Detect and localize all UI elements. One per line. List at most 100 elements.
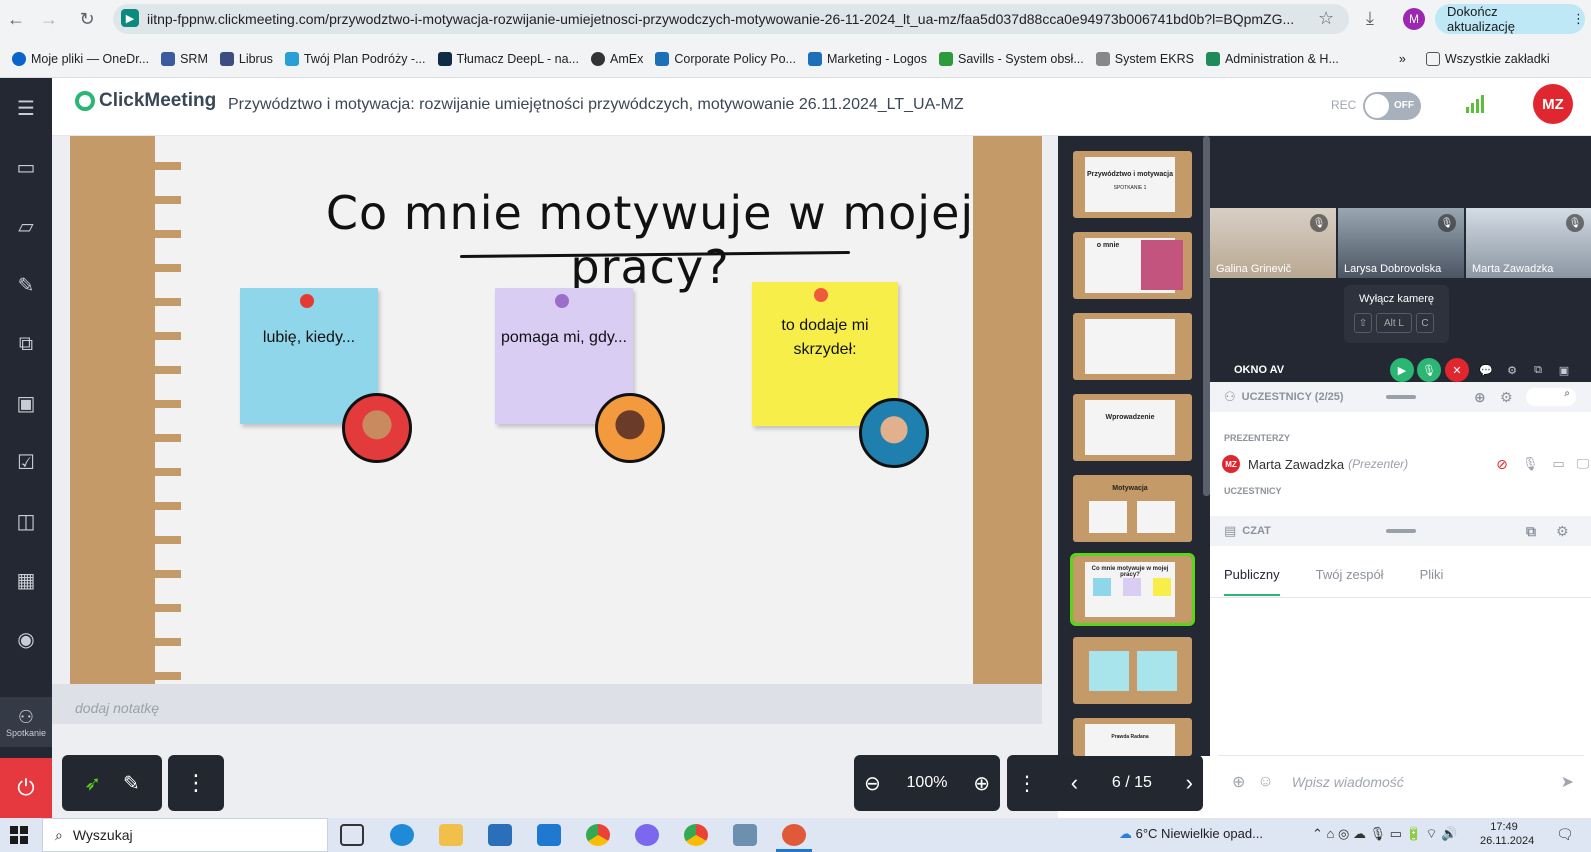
drag-handle[interactable]	[1386, 395, 1416, 399]
add-user-icon[interactable]: ⊕	[1474, 389, 1486, 406]
chat-input[interactable]: ⊕ ☺ Wpisz wiadomość ➤	[1218, 755, 1584, 807]
camera-icon[interactable]: ▭	[1552, 456, 1564, 472]
meeting-nav-item[interactable]: ⚇ Spotkanie	[0, 697, 52, 747]
drag-handle[interactable]	[1386, 529, 1416, 533]
chat-header[interactable]: ▤ CZAT ⧉ ⚙	[1210, 516, 1591, 546]
settings-gear-icon[interactable]: ⚙	[1500, 389, 1513, 406]
slide-thumbnail[interactable]: Motywacja	[1073, 475, 1192, 542]
app-icon[interactable]	[733, 824, 757, 846]
camera-icon[interactable]: ▶	[1390, 358, 1414, 382]
bookmark-librus[interactable]: Librus	[219, 52, 273, 66]
bookmark-amex[interactable]: AmEx	[591, 52, 643, 66]
slide-thumbnail[interactable]: o mnie	[1073, 232, 1192, 299]
url-text[interactable]: iitnp-fppnw.clickmeeting.com/przywodztwo…	[147, 11, 1317, 27]
all-bookmarks[interactable]: Wszystkie zakładki	[1425, 52, 1550, 66]
bookmark-star-icon[interactable]: ☆	[1318, 8, 1334, 29]
chrome-icon[interactable]	[586, 824, 610, 846]
participants-header[interactable]: ⚇ UCZESTNICY (2/25) ⊕ ⚙ ⌕	[1210, 382, 1591, 412]
more-options-icon[interactable]: ⋮	[1017, 771, 1037, 796]
hamburger-menu-icon[interactable]: ☰	[0, 86, 52, 130]
tab-public[interactable]: Publiczny	[1224, 567, 1280, 596]
video-tile[interactable]: 🎙 Marta Zawadzka	[1466, 208, 1591, 278]
thumbnails-scrollbar[interactable]	[1203, 136, 1210, 496]
prev-page-icon[interactable]: ‹	[1071, 770, 1078, 796]
bookmark-srm[interactable]: SRM	[161, 52, 208, 66]
presenter-row[interactable]: MZ Marta Zawadzka (Prezenter) ⊘ 🎙 ▭ 🖵	[1222, 455, 1589, 473]
search-icon[interactable]: ⌕	[1526, 388, 1576, 406]
slide-thumbnail[interactable]: Prawda Radana	[1073, 718, 1192, 756]
window-icon[interactable]: ▣	[1552, 358, 1576, 382]
detach-icon[interactable]: ⧉	[1526, 358, 1550, 382]
microphone-icon[interactable]: 🎙	[1417, 358, 1441, 382]
chat-bubble-icon[interactable]: 💬	[1474, 358, 1498, 382]
screen-share-off-icon[interactable]: ✕	[1445, 358, 1469, 382]
survey-icon[interactable]: ☑	[0, 440, 52, 484]
power-icon[interactable]: ⏻	[0, 758, 52, 818]
add-attachment-icon[interactable]: ⊕	[1232, 772, 1245, 792]
monitor-icon[interactable]: 🖵	[1577, 456, 1590, 472]
zoom-in-icon[interactable]: ⊕	[973, 771, 990, 796]
zoom-out-icon[interactable]: ⊖	[864, 771, 881, 796]
system-tray[interactable]: ⌃ ⌂ ◎ ☁ 🎙 ▭ 🔋 ⌔ 🔊	[1312, 826, 1457, 842]
send-icon[interactable]: ➤	[1561, 772, 1574, 792]
clock[interactable]: 17:49 26.11.2024	[1480, 820, 1534, 848]
bookmark-policy[interactable]: Corporate Policy Po...	[655, 52, 796, 66]
chrome-profile-icon[interactable]	[684, 824, 708, 846]
tab-team[interactable]: Twój zespół	[1316, 567, 1384, 582]
file-explorer-icon[interactable]	[439, 824, 463, 846]
folder-icon[interactable]: ▱	[0, 204, 52, 248]
store-icon[interactable]	[488, 824, 512, 846]
bookmark-deepl[interactable]: Tłumacz DeepL - na...	[437, 52, 579, 66]
microphone-icon[interactable]: 🎙	[1522, 456, 1539, 472]
bookmark-marketing[interactable]: Marketing - Logos	[807, 52, 927, 66]
edit-icon[interactable]: ✎	[0, 263, 52, 307]
site-info-icon[interactable]: ▶	[121, 9, 139, 27]
screen-share-icon[interactable]: ⧉	[0, 322, 52, 366]
edge-icon[interactable]	[390, 824, 414, 846]
emoji-icon[interactable]: ☺	[1257, 773, 1273, 791]
broadcast-icon[interactable]: ◉	[0, 617, 52, 661]
tab-files[interactable]: Pliki	[1420, 567, 1444, 582]
bookmark-travel[interactable]: Twój Plan Podróży -...	[284, 52, 426, 66]
forward-icon[interactable]: →	[38, 8, 60, 30]
more-bookmarks-icon[interactable]: »	[1399, 52, 1406, 66]
copilot-icon[interactable]	[635, 824, 659, 846]
taskbar-search[interactable]: ⌕ Wyszukaj	[42, 818, 328, 852]
user-avatar[interactable]: MZ	[1533, 84, 1573, 124]
windows-start-icon[interactable]	[10, 826, 28, 844]
video-camera-icon[interactable]: ▭	[0, 145, 52, 189]
video-tile[interactable]: 🎙 Larysa Dobrovolska	[1338, 208, 1464, 278]
pencil-icon[interactable]: ✎	[123, 771, 140, 796]
media-player-icon[interactable]: ▣	[0, 381, 52, 425]
slide-thumbnail[interactable]: Wprowadzenie	[1073, 394, 1192, 461]
detach-icon[interactable]: ⧉	[1526, 523, 1536, 540]
more-options-icon[interactable]: ⋮	[168, 755, 224, 811]
notifications-icon[interactable]: 🗨	[1556, 826, 1574, 843]
whiteboard-icon[interactable]: ◫	[0, 499, 52, 543]
settings-gear-icon[interactable]: ⚙	[1556, 523, 1569, 540]
reload-icon[interactable]: ↻	[76, 8, 98, 30]
update-button[interactable]: Dokończ aktualizację ⋮	[1435, 4, 1585, 34]
weather-widget[interactable]: ☁ 6°C Niewielkie opad...	[1119, 826, 1263, 842]
bookmark-ekrs[interactable]: System EKRS	[1095, 52, 1194, 66]
back-icon[interactable]: ←	[5, 8, 27, 30]
bookmark-onedrive[interactable]: Moje pliki — OneDr...	[12, 52, 149, 66]
download-icon[interactable]: ⤓	[1366, 8, 1374, 29]
profile-avatar[interactable]: M	[1403, 8, 1425, 30]
bookmark-admin[interactable]: Administration & H...	[1205, 52, 1339, 66]
slide-thumbnail[interactable]	[1073, 313, 1192, 380]
bookmark-savills[interactable]: Savills - System obsł...	[939, 52, 1084, 66]
laser-pointer-icon[interactable]: ➶	[84, 771, 101, 796]
slide-thumbnail[interactable]: Przywództwo i motywacja SPOTKANIE 1	[1073, 151, 1192, 218]
settings-gear-icon[interactable]: ⚙	[1500, 358, 1524, 382]
layout-grid-icon[interactable]: ▦	[0, 558, 52, 602]
slide-thumbnail-active[interactable]: Co mnie motywuje w mojej pracy?	[1070, 553, 1195, 626]
screen-off-icon[interactable]: ⊘	[1496, 456, 1508, 473]
slide-thumbnail[interactable]	[1073, 637, 1192, 704]
recording-toggle[interactable]: OFF	[1363, 92, 1421, 120]
next-page-icon[interactable]: ›	[1186, 770, 1193, 796]
clickmeeting-app-icon[interactable]	[782, 824, 806, 846]
mail-icon[interactable]	[537, 824, 561, 846]
add-note-input[interactable]: dodaj notatkę	[75, 700, 159, 716]
task-view-icon[interactable]	[340, 824, 364, 846]
